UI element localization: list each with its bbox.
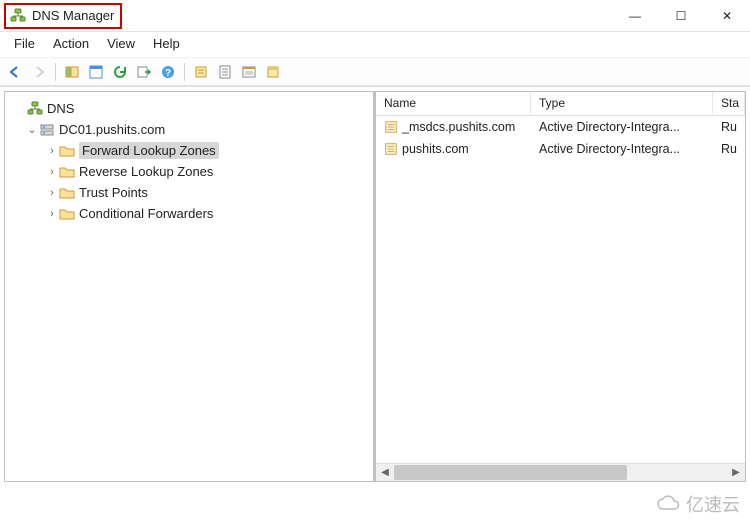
back-button[interactable] xyxy=(4,61,26,83)
horizontal-scrollbar[interactable]: ◀ ▶ xyxy=(376,463,745,481)
zone-icon xyxy=(384,120,398,134)
menubar: File Action View Help xyxy=(0,32,750,58)
titlebar: DNS Manager — ☐ ✕ xyxy=(0,0,750,32)
dns-manager-icon xyxy=(10,8,26,24)
menu-file[interactable]: File xyxy=(14,36,35,51)
expander-open-icon[interactable]: ⌄ xyxy=(25,123,39,136)
start-button[interactable] xyxy=(238,61,260,83)
tree-root-label: DNS xyxy=(47,101,74,116)
tree-conditional-forwarders[interactable]: › Conditional Forwarders xyxy=(9,203,369,224)
folder-icon xyxy=(59,206,75,222)
expander-closed-icon[interactable]: › xyxy=(45,208,59,220)
refresh-button[interactable] xyxy=(109,61,131,83)
title-highlight-box: DNS Manager xyxy=(4,3,122,29)
tree-reverse-lookup-zones[interactable]: › Reverse Lookup Zones xyxy=(9,161,369,182)
zone-type: Active Directory-Integra... xyxy=(531,142,713,156)
zone-type: Active Directory-Integra... xyxy=(531,120,713,134)
tree: DNS ⌄ DC01.pushits.com › Forward Lookup … xyxy=(9,98,369,224)
forward-button[interactable] xyxy=(28,61,50,83)
content-area: DNS ⌄ DC01.pushits.com › Forward Lookup … xyxy=(0,86,750,486)
watermark: 亿速云 xyxy=(656,491,740,517)
watermark-text: 亿速云 xyxy=(686,491,740,517)
tree-item-label: Conditional Forwarders xyxy=(79,206,213,221)
expander-closed-icon[interactable]: › xyxy=(45,166,59,178)
dns-root-icon xyxy=(27,101,43,117)
expander-closed-icon[interactable]: › xyxy=(45,145,59,157)
minimize-button[interactable]: — xyxy=(612,0,658,31)
tree-server[interactable]: ⌄ DC01.pushits.com xyxy=(9,119,369,140)
list-row[interactable]: pushits.com Active Directory-Integra... … xyxy=(376,138,745,160)
zone-name: pushits.com xyxy=(402,142,469,156)
scroll-track[interactable] xyxy=(394,464,727,481)
tree-forward-lookup-zones[interactable]: › Forward Lookup Zones xyxy=(9,140,369,161)
filter-button[interactable] xyxy=(262,61,284,83)
list-header: Name Type Sta xyxy=(376,92,745,116)
menu-view[interactable]: View xyxy=(107,36,135,51)
tree-item-label: Trust Points xyxy=(79,185,148,200)
tree-trust-points[interactable]: › Trust Points xyxy=(9,182,369,203)
menu-help[interactable]: Help xyxy=(153,36,180,51)
maximize-button[interactable]: ☐ xyxy=(658,0,704,31)
zone-status: Ru xyxy=(713,120,745,134)
scroll-right-button[interactable]: ▶ xyxy=(727,464,745,481)
menu-action[interactable]: Action xyxy=(53,36,89,51)
toolbar: ? xyxy=(0,58,750,86)
list-body[interactable]: _msdcs.pushits.com Active Directory-Inte… xyxy=(376,116,745,463)
list-row[interactable]: _msdcs.pushits.com Active Directory-Inte… xyxy=(376,116,745,138)
toolbar-separator xyxy=(55,63,56,81)
help-button[interactable]: ? xyxy=(157,61,179,83)
scroll-left-button[interactable]: ◀ xyxy=(376,464,394,481)
folder-icon xyxy=(59,164,75,180)
column-status[interactable]: Sta xyxy=(713,92,745,115)
tree-item-label: Forward Lookup Zones xyxy=(79,142,219,159)
folder-icon xyxy=(59,143,75,159)
properties-button[interactable] xyxy=(85,61,107,83)
stop-button[interactable] xyxy=(214,61,236,83)
expander-closed-icon[interactable]: › xyxy=(45,187,59,199)
tree-pane[interactable]: DNS ⌄ DC01.pushits.com › Forward Lookup … xyxy=(4,91,375,482)
tree-root-dns[interactable]: DNS xyxy=(9,98,369,119)
zone-icon xyxy=(384,142,398,156)
scroll-thumb[interactable] xyxy=(394,465,627,480)
window-controls: — ☐ ✕ xyxy=(612,0,750,31)
column-name[interactable]: Name xyxy=(376,92,531,115)
export-list-button[interactable] xyxy=(133,61,155,83)
svg-text:?: ? xyxy=(165,68,171,79)
close-button[interactable]: ✕ xyxy=(704,0,750,31)
zone-status: Ru xyxy=(713,142,745,156)
window-title: DNS Manager xyxy=(32,8,114,23)
toolbar-separator xyxy=(184,63,185,81)
folder-icon xyxy=(59,185,75,201)
zone-name: _msdcs.pushits.com xyxy=(402,120,515,134)
column-type[interactable]: Type xyxy=(531,92,713,115)
server-icon xyxy=(39,122,55,138)
tree-item-label: Reverse Lookup Zones xyxy=(79,164,213,179)
tree-server-label: DC01.pushits.com xyxy=(59,122,165,137)
new-zone-button[interactable] xyxy=(190,61,212,83)
show-hide-tree-button[interactable] xyxy=(61,61,83,83)
list-pane: Name Type Sta _msdcs.pushits.com Active … xyxy=(375,91,746,482)
